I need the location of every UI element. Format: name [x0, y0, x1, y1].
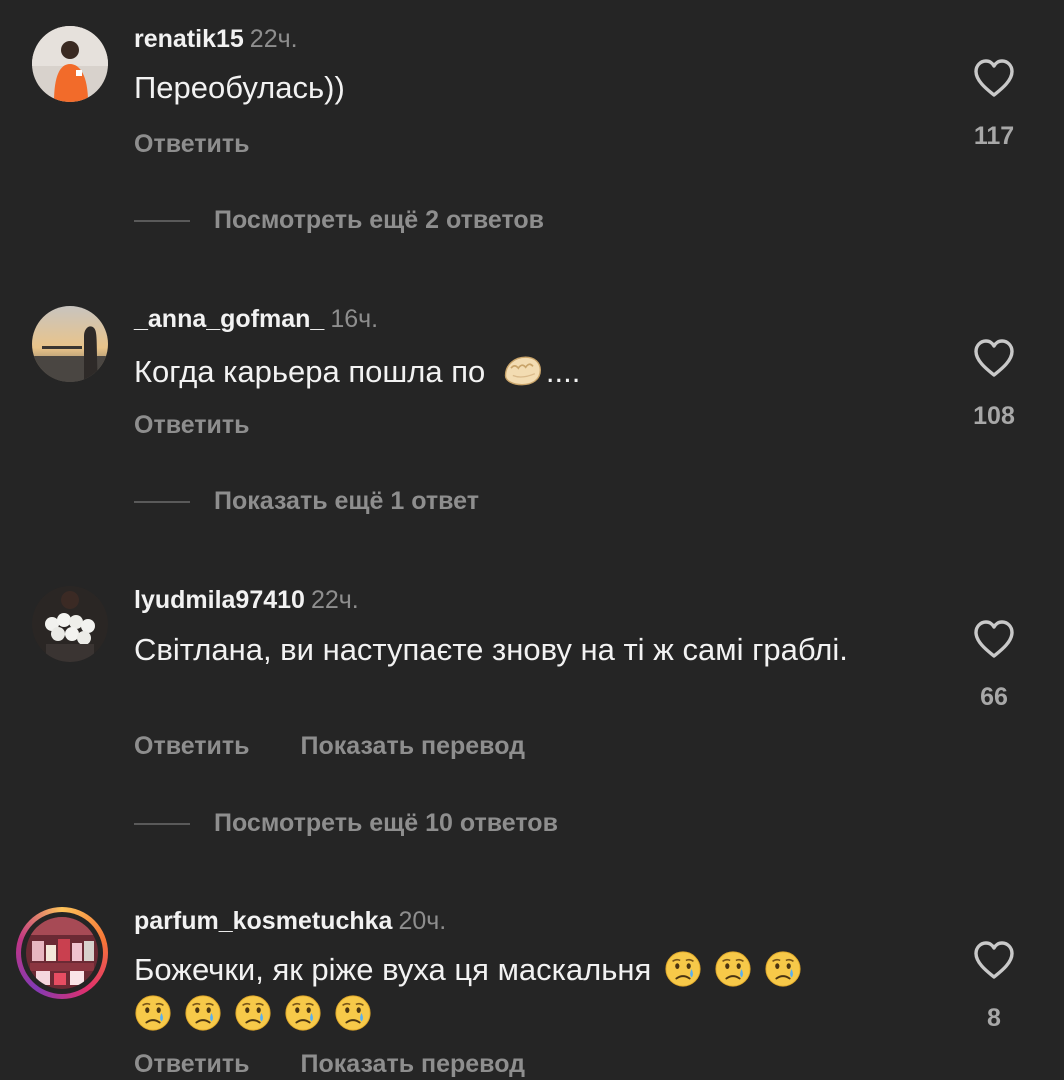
reply-button[interactable]: Ответить: [134, 1050, 250, 1079]
comment-time: 22ч.: [310, 586, 359, 614]
crying-face-emoji-icon: [234, 994, 272, 1032]
comment-username[interactable]: renatik15: [134, 25, 244, 53]
view-more-replies-label[interactable]: Посмотреть ещё 10 ответов: [214, 809, 558, 838]
replies-divider: [134, 219, 190, 222]
heart-outline-icon[interactable]: [970, 615, 1018, 663]
avatar-story-ring[interactable]: [16, 907, 108, 999]
comment-time: 22ч.: [249, 25, 298, 53]
avatar[interactable]: [32, 306, 108, 382]
like-count: 66: [980, 683, 1008, 711]
comment-time: 20ч.: [398, 907, 447, 935]
heart-outline-icon[interactable]: [970, 936, 1018, 984]
crying-face-emoji-icon: [764, 950, 802, 988]
heart-outline-icon[interactable]: [970, 334, 1018, 382]
comment-username[interactable]: lyudmila97410: [134, 586, 305, 614]
comment-text-part: ....: [545, 354, 581, 389]
like-count: 8: [987, 1004, 1001, 1032]
crying-face-emoji-icon: [184, 994, 222, 1032]
crying-face-emoji-icon: [334, 994, 372, 1032]
reply-button[interactable]: Ответить: [134, 732, 250, 761]
show-translation-button[interactable]: Показать перевод: [300, 1050, 525, 1079]
like-count: 108: [973, 402, 1015, 430]
comment-username[interactable]: parfum_kosmetuchka: [134, 907, 392, 935]
avatar[interactable]: [32, 26, 108, 102]
like-button[interactable]: 117: [954, 54, 1034, 151]
comment-text: Переобулась)): [134, 70, 345, 105]
view-more-replies[interactable]: Показать ещё 1 ответ: [134, 487, 479, 516]
heart-outline-icon[interactable]: [970, 54, 1018, 102]
dumpling-emoji-icon: [498, 348, 546, 392]
comment-text: Божечки, як ріже вуха ця маскальня: [134, 948, 934, 1036]
like-count: 117: [973, 122, 1015, 150]
crying-face-emoji-icon: [664, 950, 702, 988]
crying-face-emoji-icon: [284, 994, 322, 1032]
comment-time: 16ч.: [330, 305, 379, 333]
avatar[interactable]: [32, 586, 108, 662]
comment-text: Світлана, ви наступаєте знову на ті ж са…: [134, 632, 848, 667]
reply-button[interactable]: Ответить: [134, 411, 250, 440]
like-button[interactable]: 8: [954, 936, 1034, 1033]
view-more-replies[interactable]: Посмотреть ещё 2 ответов: [134, 206, 544, 235]
reply-button[interactable]: Ответить: [134, 130, 250, 159]
view-more-replies-label[interactable]: Показать ещё 1 ответ: [214, 487, 479, 516]
show-translation-button[interactable]: Показать перевод: [300, 732, 525, 761]
avatar: [26, 917, 98, 989]
comment-username[interactable]: _anna_gofman_: [134, 305, 324, 333]
replies-divider: [134, 822, 190, 825]
comment-text-part: Божечки, як ріже вуха ця маскальня: [134, 952, 652, 987]
like-button[interactable]: 108: [954, 334, 1034, 431]
view-more-replies[interactable]: Посмотреть ещё 10 ответов: [134, 809, 558, 838]
view-more-replies-label[interactable]: Посмотреть ещё 2 ответов: [214, 206, 544, 235]
crying-face-emoji-icon: [714, 950, 752, 988]
like-button[interactable]: 66: [954, 615, 1034, 712]
comment-text: Когда карьера пошла по ....: [134, 348, 934, 394]
replies-divider: [134, 500, 190, 503]
comment-text-part: Когда карьера пошла по: [134, 354, 486, 389]
crying-face-emoji-icon: [134, 994, 172, 1032]
